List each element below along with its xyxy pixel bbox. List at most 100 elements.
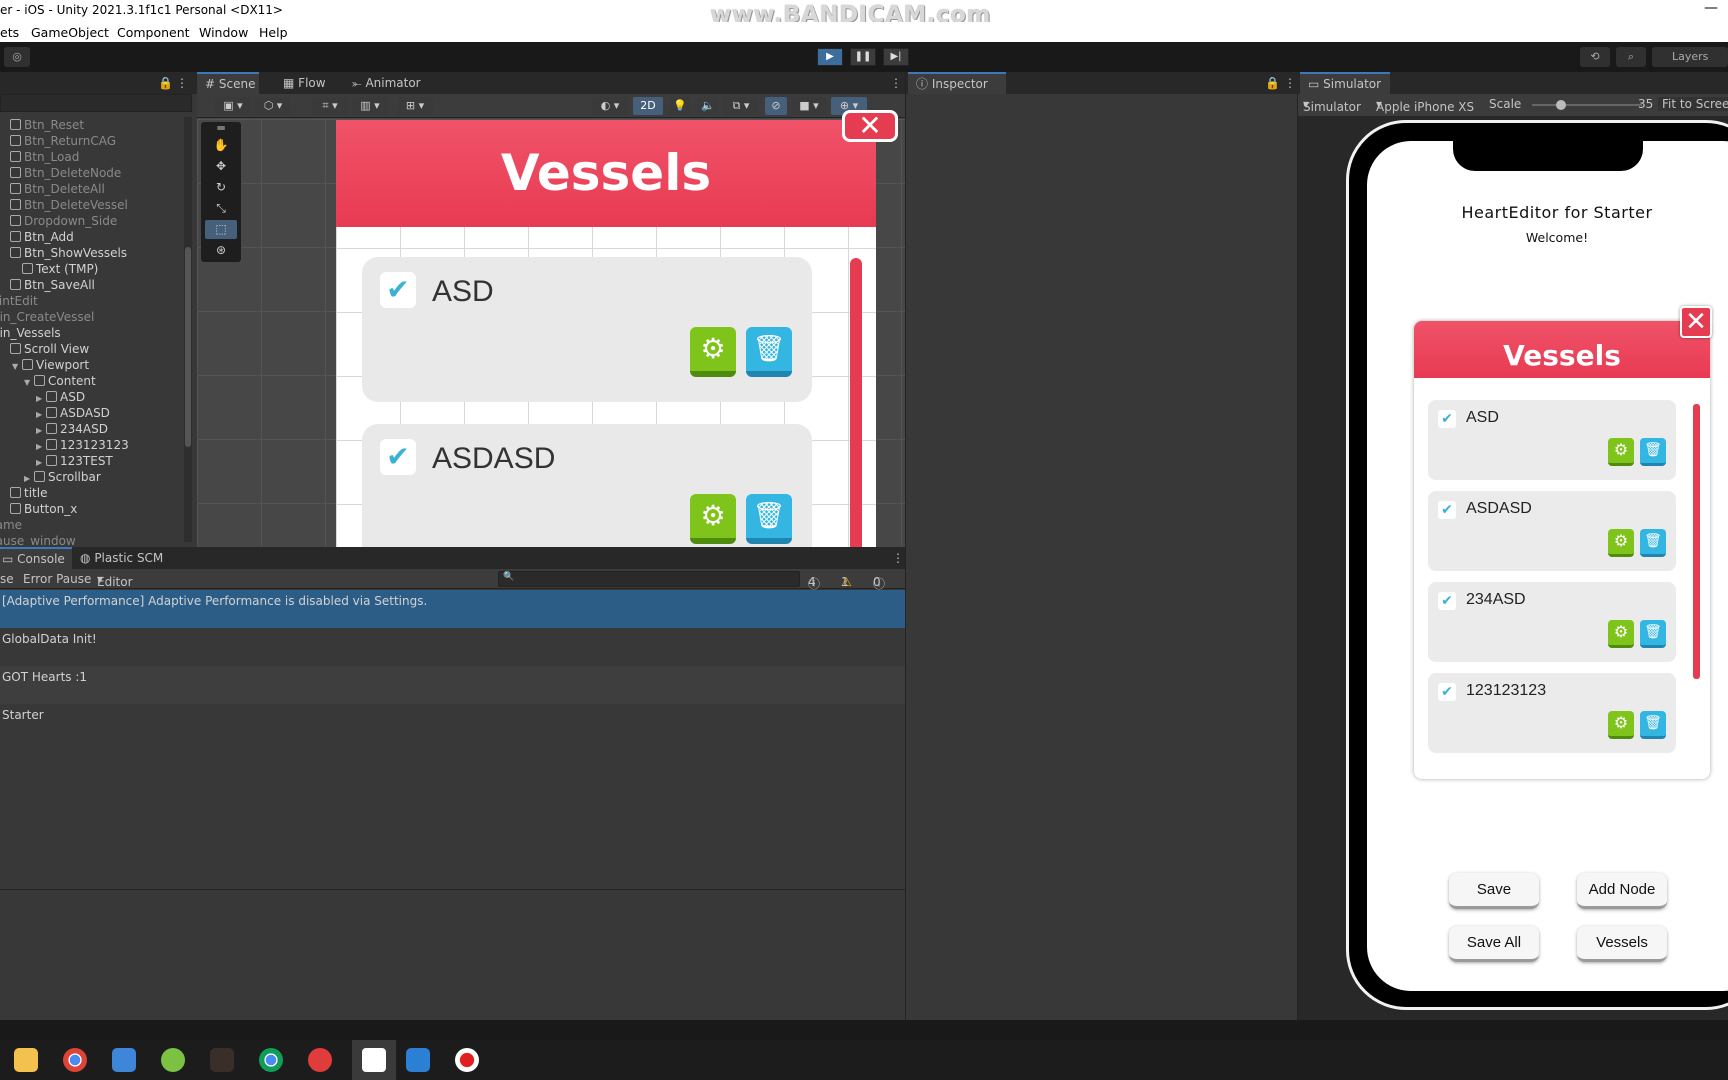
more-icon[interactable]: ⋮	[892, 547, 904, 569]
audio-icon[interactable]: 🔈	[697, 97, 719, 115]
play-button[interactable]: ▶	[817, 48, 843, 66]
check-icon[interactable]: ✔	[1438, 410, 1456, 428]
effects-dropdown[interactable]: ⧉ ▾	[723, 97, 759, 115]
pivot-dropdown[interactable]: ⬡ ▾	[255, 97, 291, 115]
search-icon[interactable]: ⌕	[1616, 47, 1646, 67]
hierarchy-item[interactable]: ▼ Content	[24, 373, 96, 389]
lighting-icon[interactable]: 💡	[669, 97, 691, 115]
rect-tool-icon[interactable]: ⬚	[205, 220, 237, 239]
hierarchy-item[interactable]: Btn_Reset	[0, 117, 84, 133]
hierarchy-item[interactable]: Dropdown_Side	[0, 213, 117, 229]
hierarchy-item[interactable]: ▼ Viewport	[12, 357, 89, 373]
bandicam-record-icon[interactable]	[455, 1048, 479, 1072]
check-icon[interactable]: ✔	[1438, 501, 1456, 519]
editor-dropdown[interactable]: Editor ▾	[97, 572, 133, 589]
trash-icon[interactable]: 🗑	[1640, 438, 1666, 466]
save-button[interactable]: Save	[1449, 873, 1539, 909]
chrome-icon[interactable]	[63, 1048, 87, 1072]
console-search-input[interactable]: 🔍	[498, 571, 800, 587]
scene-vessels-panel[interactable]: Vessels ✔ ASD ⚙ 🗑 ✔ ASDASD ⚙ 🗑	[336, 120, 876, 547]
gear-icon[interactable]: ⚙	[1608, 711, 1634, 739]
rotate-tool-icon[interactable]: ↻	[205, 178, 237, 197]
hierarchy-search-input[interactable]	[0, 94, 192, 112]
grid-dropdown[interactable]: ▥ ▾	[352, 97, 388, 115]
shading-dropdown[interactable]: ◐ ▾	[592, 97, 628, 115]
hierarchy-item[interactable]: ▶ ASD	[36, 389, 85, 405]
trash-icon[interactable]: 🗑	[746, 494, 792, 544]
more-icon[interactable]: ⋮	[1284, 72, 1296, 94]
list-item[interactable]: ✔ ASDASD ⚙ 🗑	[362, 424, 812, 547]
list-item[interactable]: ✔ 234ASD ⚙ 🗑	[1428, 582, 1676, 662]
gear-icon[interactable]: ⚙	[1608, 529, 1634, 557]
more-icon[interactable]: ⋮	[890, 72, 902, 94]
hierarchy-item[interactable]: Btn_ReturnCAG	[0, 133, 116, 149]
app-green-icon[interactable]	[161, 1048, 185, 1072]
list-item[interactable]: ✔ ASD ⚙ 🗑	[362, 257, 812, 402]
hierarchy-item[interactable]: Btn_ShowVessels	[0, 245, 127, 261]
scale-slider[interactable]	[1532, 100, 1642, 110]
tab-flow[interactable]: ▦ Flow	[283, 72, 326, 94]
simulator-mode-dropdown[interactable]: Simulator ▾	[1303, 97, 1361, 114]
notepad-icon[interactable]	[112, 1048, 136, 1072]
gear-icon[interactable]: ⚙	[1608, 620, 1634, 648]
visibility-icon[interactable]: ⊘	[765, 97, 787, 115]
hierarchy-item[interactable]: Btn_DeleteVessel	[0, 197, 128, 213]
list-item[interactable]: ✔ 123123123 ⚙ 🗑	[1428, 673, 1676, 753]
draw-mode-dropdown[interactable]: ▣ ▾	[215, 97, 251, 115]
hand-tool-icon[interactable]: ✋	[205, 136, 237, 155]
hierarchy-item[interactable]: ▶ Scrollbar	[24, 469, 101, 485]
hierarchy-item[interactable]: Win_Vessels	[0, 325, 61, 341]
hierarchy-item[interactable]: title	[0, 485, 47, 501]
grid-snap-dropdown[interactable]: ⌗ ▾	[312, 97, 348, 115]
hierarchy-item[interactable]: Btn_Add	[0, 229, 74, 245]
hierarchy-item[interactable]: ▶ 234ASD	[36, 421, 108, 437]
layers-dropdown[interactable]: Layers	[1652, 47, 1728, 67]
vscode-icon[interactable]	[406, 1048, 430, 1072]
move-tool-icon[interactable]: ✥	[205, 157, 237, 176]
list-item[interactable]: ✔ ASDASD ⚙ 🗑	[1428, 491, 1676, 571]
gear-icon[interactable]: ⚙	[1608, 438, 1634, 466]
check-icon[interactable]: ✔	[380, 272, 416, 308]
hierarchy-item[interactable]: Scroll View	[0, 341, 89, 357]
menu-assets[interactable]: ets	[0, 25, 19, 40]
console-row[interactable]: GlobalData Init!	[0, 628, 905, 666]
expand-arrow-icon[interactable]: ▼	[24, 375, 34, 391]
more-icon[interactable]: ⋮	[176, 72, 188, 94]
hierarchy-item[interactable]: Btn_DeleteAll	[0, 181, 105, 197]
account-icon[interactable]: ◎	[4, 47, 30, 67]
device-dropdown[interactable]: Apple iPhone XS ▾	[1376, 97, 1474, 114]
increment-snap-dropdown[interactable]: ⊞ ▾	[397, 97, 433, 115]
tab-scene[interactable]: # Scene	[197, 72, 259, 94]
expand-arrow-icon[interactable]: ▼	[12, 359, 22, 375]
tools-handle[interactable]: ═	[205, 122, 237, 134]
fit-to-screen-button[interactable]: Fit to Scree	[1658, 97, 1728, 111]
list-item[interactable]: ✔ ASD ⚙ 🗑	[1428, 400, 1676, 480]
menu-help[interactable]: Help	[259, 25, 288, 40]
trash-icon[interactable]: 🗑	[1640, 711, 1666, 739]
console-row[interactable]: [Adaptive Performance] Adaptive Performa…	[0, 590, 905, 628]
app-dark-icon[interactable]	[210, 1048, 234, 1072]
tab-console[interactable]: ▭ Console	[0, 547, 72, 569]
camera-dropdown[interactable]: ■ ▾	[791, 97, 827, 115]
menu-gameobject[interactable]: GameObject	[31, 25, 109, 40]
hierarchy-item[interactable]: ▶ 123TEST	[36, 453, 113, 469]
pause-button[interactable]: ❚❚	[850, 48, 876, 66]
step-button[interactable]: ▶|	[883, 48, 909, 66]
unity-taskbar-slot[interactable]	[352, 1040, 396, 1080]
hierarchy-scrollbar[interactable]	[184, 117, 192, 542]
hierarchy-item[interactable]: ▶ ASDASD	[36, 405, 110, 421]
tab-inspector[interactable]: ⓘ Inspector	[908, 72, 1006, 94]
hierarchy-item[interactable]: Win_CreateVessel	[0, 309, 94, 325]
vessels-button[interactable]: Vessels	[1577, 926, 1667, 962]
lock-icon[interactable]: 🔒	[158, 72, 173, 94]
hierarchy-item[interactable]: JointEdit	[0, 293, 38, 309]
trash-icon[interactable]: 🗑	[746, 327, 792, 377]
clear-button[interactable]: se	[0, 572, 14, 586]
mode-2d-toggle[interactable]: 2D	[633, 97, 663, 115]
tab-simulator[interactable]: ▭ Simulator	[1300, 72, 1390, 94]
error-pause-button[interactable]: Error Pause	[23, 572, 91, 586]
hierarchy-item[interactable]: Btn_DeleteNode	[0, 165, 121, 181]
menu-window[interactable]: Window	[199, 25, 248, 40]
console-row[interactable]: GOT Hearts :1	[0, 666, 905, 704]
hierarchy-item[interactable]: Text (TMP)	[12, 261, 98, 277]
